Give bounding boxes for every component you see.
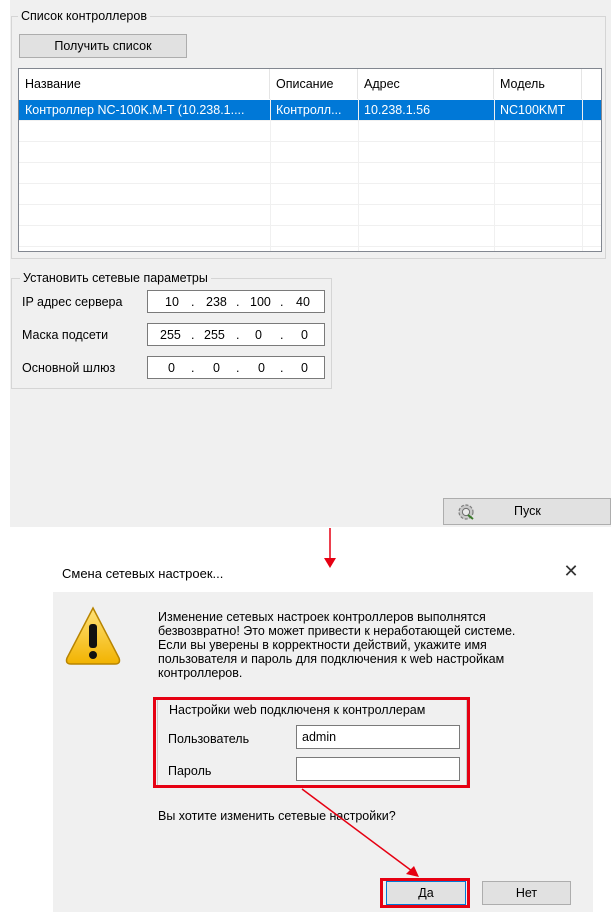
octet: 100 <box>250 295 271 309</box>
controllers-group-title: Список контроллеров <box>18 9 150 23</box>
annotation-arrow-head <box>324 558 336 568</box>
warning-message: Изменение сетевых настроек контроллеров … <box>158 610 573 680</box>
column-divider <box>494 99 495 251</box>
octet-separator: . <box>280 295 284 309</box>
cell-name: Контроллер NC-100K.M-T (10.238.1.... <box>25 103 245 117</box>
octet: 0 <box>301 361 308 375</box>
octet: 255 <box>204 328 225 342</box>
table-row-empty <box>19 226 601 247</box>
column-divider <box>358 99 359 251</box>
controllers-panel: Список контроллеров Получить список Назв… <box>10 0 611 527</box>
cell-description: Контролл... <box>276 103 342 117</box>
close-icon[interactable]: ✕ <box>561 560 581 582</box>
table-row-empty <box>19 163 601 184</box>
cell-model: NC100KMT <box>500 103 566 117</box>
octet: 40 <box>296 295 310 309</box>
column-divider <box>582 99 583 251</box>
octet-separator: . <box>191 328 195 342</box>
dialog-title: Смена сетевых настроек... <box>62 566 224 581</box>
message-line: Изменение сетевых настроек контроллеров … <box>158 610 486 624</box>
start-button-label: Пуск <box>514 504 541 518</box>
column-header-description[interactable]: Описание <box>270 69 358 99</box>
message-line: контроллеров. <box>158 666 243 680</box>
octet: 0 <box>255 328 262 342</box>
message-line: безвозвратно! Это может привести к нераб… <box>158 624 516 638</box>
yes-button-highlight <box>380 878 470 908</box>
table-row-empty <box>19 205 601 226</box>
octet: 10 <box>165 295 179 309</box>
cell-address: 10.238.1.56 <box>364 103 431 117</box>
network-group-title: Установить сетевые параметры <box>20 271 211 285</box>
octet: 238 <box>206 295 227 309</box>
subnet-mask-label: Маска подсети <box>22 328 109 342</box>
controllers-list[interactable]: Название Описание Адрес Модель Контролле… <box>18 68 602 252</box>
octet-separator: . <box>191 361 195 375</box>
ip-address-input[interactable]: 10 . 238 . 100 . 40 <box>147 290 325 313</box>
column-header-name[interactable]: Название <box>19 69 270 99</box>
warning-icon <box>63 602 123 685</box>
table-row[interactable]: Контроллер NC-100K.M-T (10.238.1.... Кон… <box>19 100 601 121</box>
octet: 255 <box>160 328 181 342</box>
table-row-empty <box>19 184 601 205</box>
octet: 0 <box>168 361 175 375</box>
octet: 0 <box>213 361 220 375</box>
octet: 0 <box>301 328 308 342</box>
octet: 0 <box>258 361 265 375</box>
octet-separator: . <box>236 361 240 375</box>
subnet-mask-input[interactable]: 255 . 255 . 0 . 0 <box>147 323 325 346</box>
list-header: Название Описание Адрес Модель <box>19 69 601 99</box>
confirm-question: Вы хотите изменить сетевые настройки? <box>158 809 396 823</box>
ip-address-label: IP адрес сервера <box>22 295 123 309</box>
column-divider <box>270 99 271 251</box>
column-header-model[interactable]: Модель <box>494 69 582 99</box>
gateway-label: Основной шлюз <box>22 361 116 375</box>
octet-separator: . <box>280 361 284 375</box>
table-row-empty <box>19 121 601 142</box>
message-line: Если вы уверены в корректности действий,… <box>158 638 487 652</box>
start-button[interactable]: Пуск <box>443 498 611 525</box>
web-settings-highlight <box>153 697 470 788</box>
octet-separator: . <box>280 328 284 342</box>
message-line: пользователя и пароль для подключения к … <box>158 652 505 666</box>
octet-separator: . <box>236 295 240 309</box>
gateway-input[interactable]: 0 . 0 . 0 . 0 <box>147 356 325 379</box>
octet-separator: . <box>191 295 195 309</box>
gear-run-icon <box>457 503 475 524</box>
get-list-button[interactable]: Получить список <box>19 34 187 58</box>
octet-separator: . <box>236 328 240 342</box>
no-button[interactable]: Нет <box>482 881 571 905</box>
column-header-address[interactable]: Адрес <box>358 69 494 99</box>
table-row-empty <box>19 142 601 163</box>
